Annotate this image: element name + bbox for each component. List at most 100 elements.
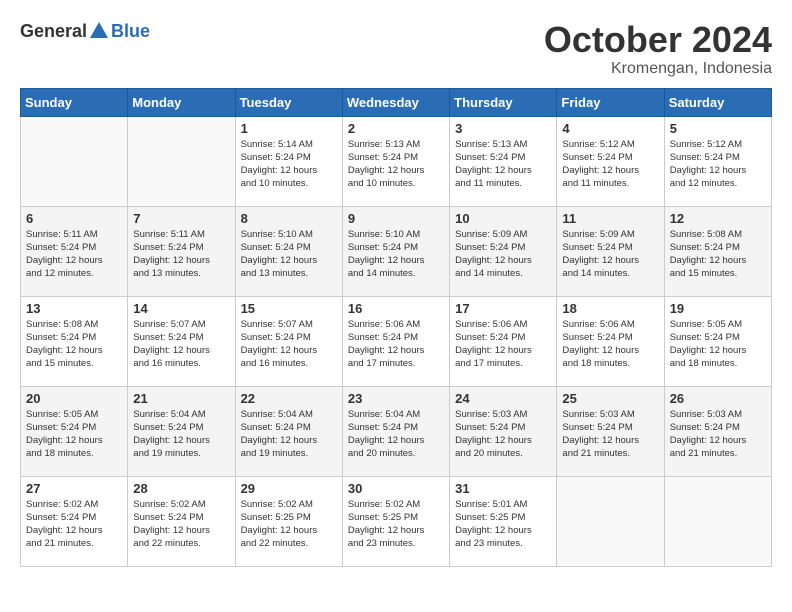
day-info: Sunrise: 5:08 AMSunset: 5:24 PMDaylight:…: [26, 318, 122, 371]
day-number: 28: [133, 481, 229, 496]
day-info: Sunrise: 5:11 AMSunset: 5:24 PMDaylight:…: [133, 228, 229, 281]
day-number: 18: [562, 301, 658, 316]
table-row: 22 Sunrise: 5:04 AMSunset: 5:24 PMDayligh…: [235, 386, 342, 476]
day-number: 5: [670, 121, 766, 136]
day-number: 10: [455, 211, 551, 226]
table-row: 28 Sunrise: 5:02 AMSunset: 5:24 PMDayligh…: [128, 476, 235, 566]
logo: General Blue: [20, 20, 150, 42]
day-number: 29: [241, 481, 337, 496]
table-row: 16 Sunrise: 5:06 AMSunset: 5:24 PMDayligh…: [342, 296, 449, 386]
day-info: Sunrise: 5:02 AMSunset: 5:24 PMDaylight:…: [133, 498, 229, 551]
table-row: 5 Sunrise: 5:12 AMSunset: 5:24 PMDaylight…: [664, 116, 771, 206]
table-row: 12 Sunrise: 5:08 AMSunset: 5:24 PMDayligh…: [664, 206, 771, 296]
day-info: Sunrise: 5:13 AMSunset: 5:24 PMDaylight:…: [455, 138, 551, 191]
day-info: Sunrise: 5:05 AMSunset: 5:24 PMDaylight:…: [670, 318, 766, 371]
month-title: October 2024: [544, 20, 772, 60]
day-info: Sunrise: 5:04 AMSunset: 5:24 PMDaylight:…: [241, 408, 337, 461]
table-row: 20Sunrise: 5:05 AMSunset: 5:24 PMDayligh…: [21, 386, 128, 476]
table-row: [664, 476, 771, 566]
table-row: 4 Sunrise: 5:12 AMSunset: 5:24 PMDaylight…: [557, 116, 664, 206]
header-wednesday: Wednesday: [342, 88, 449, 116]
day-info: Sunrise: 5:02 AMSunset: 5:25 PMDaylight:…: [348, 498, 444, 551]
table-row: 23Sunrise: 5:04 AMSunset: 5:24 PMDayligh…: [342, 386, 449, 476]
header-thursday: Thursday: [450, 88, 557, 116]
table-row: 11 Sunrise: 5:09 AMSunset: 5:24 PMDayligh…: [557, 206, 664, 296]
day-info: Sunrise: 5:12 AMSunset: 5:24 PMDaylight:…: [670, 138, 766, 191]
logo-general: General: [20, 21, 87, 42]
table-row: 17 Sunrise: 5:06 AMSunset: 5:24 PMDayligh…: [450, 296, 557, 386]
day-number: 11: [562, 211, 658, 226]
day-info: Sunrise: 5:07 AMSunset: 5:24 PMDaylight:…: [241, 318, 337, 371]
table-row: 24Sunrise: 5:03 AMSunset: 5:24 PMDayligh…: [450, 386, 557, 476]
day-info: Sunrise: 5:07 AMSunset: 5:24 PMDaylight:…: [133, 318, 229, 371]
day-number: 12: [670, 211, 766, 226]
table-row: 15 Sunrise: 5:07 AMSunset: 5:24 PMDayligh…: [235, 296, 342, 386]
calendar-header-row: Sunday Monday Tuesday Wednesday Thursday…: [21, 88, 772, 116]
day-info: Sunrise: 5:06 AMSunset: 5:24 PMDaylight:…: [455, 318, 551, 371]
table-row: 13 Sunrise: 5:08 AMSunset: 5:24 PMDayligh…: [21, 296, 128, 386]
page-header: General Blue October 2024 Kromengan, Ind…: [20, 20, 772, 78]
table-row: 7 Sunrise: 5:11 AMSunset: 5:24 PMDaylight…: [128, 206, 235, 296]
table-row: 6 Sunrise: 5:11 AMSunset: 5:24 PMDaylight…: [21, 206, 128, 296]
day-number: 9: [348, 211, 444, 226]
table-row: 10 Sunrise: 5:09 AMSunset: 5:24 PMDayligh…: [450, 206, 557, 296]
day-number: 30: [348, 481, 444, 496]
table-row: 26 Sunrise: 5:03 AMSunset: 5:24 PMDayligh…: [664, 386, 771, 476]
table-row: 3 Sunrise: 5:13 AMSunset: 5:24 PMDaylight…: [450, 116, 557, 206]
day-info: Sunrise: 5:10 AMSunset: 5:24 PMDaylight:…: [348, 228, 444, 281]
day-info: Sunrise: 5:09 AMSunset: 5:24 PMDaylight:…: [562, 228, 658, 281]
table-row: 30 Sunrise: 5:02 AMSunset: 5:25 PMDayligh…: [342, 476, 449, 566]
day-number: 19: [670, 301, 766, 316]
day-info: Sunrise: 5:14 AMSunset: 5:24 PMDaylight:…: [241, 138, 337, 191]
day-info: Sunrise: 5:01 AMSunset: 5:25 PMDaylight:…: [455, 498, 551, 551]
day-info: Sunrise: 5:11 AMSunset: 5:24 PMDaylight:…: [26, 228, 122, 281]
logo-blue: Blue: [111, 21, 150, 42]
header-friday: Friday: [557, 88, 664, 116]
day-number: 31: [455, 481, 551, 496]
table-row: [557, 476, 664, 566]
header-monday: Monday: [128, 88, 235, 116]
table-row: [128, 116, 235, 206]
day-number: 22: [241, 391, 337, 406]
day-number: 27: [26, 481, 122, 496]
day-info: Sunrise: 5:02 AMSunset: 5:24 PMDaylight:…: [26, 498, 122, 551]
table-row: 14 Sunrise: 5:07 AMSunset: 5:24 PMDayligh…: [128, 296, 235, 386]
day-info: Sunrise: 5:06 AMSunset: 5:24 PMDaylight:…: [348, 318, 444, 371]
day-info: Sunrise: 5:03 AMSunset: 5:24 PMDaylight:…: [670, 408, 766, 461]
day-number: 6: [26, 211, 122, 226]
day-info: Sunrise: 5:04 AMSunset: 5:24 PMDaylight:…: [133, 408, 229, 461]
table-row: [21, 116, 128, 206]
day-number: 21: [133, 391, 229, 406]
day-info: Sunrise: 5:03 AMSunset: 5:24 PMDaylight:…: [455, 408, 551, 461]
day-number: 15: [241, 301, 337, 316]
table-row: 19 Sunrise: 5:05 AMSunset: 5:24 PMDayligh…: [664, 296, 771, 386]
day-number: 26: [670, 391, 766, 406]
day-info: Sunrise: 5:08 AMSunset: 5:24 PMDaylight:…: [670, 228, 766, 281]
table-row: 25Sunrise: 5:03 AMSunset: 5:24 PMDayligh…: [557, 386, 664, 476]
day-number: 14: [133, 301, 229, 316]
day-number: 16: [348, 301, 444, 316]
logo-icon: [88, 20, 110, 42]
day-number: 17: [455, 301, 551, 316]
day-info: Sunrise: 5:13 AMSunset: 5:24 PMDaylight:…: [348, 138, 444, 191]
day-number: 7: [133, 211, 229, 226]
day-info: Sunrise: 5:04 AMSunset: 5:24 PMDaylight:…: [348, 408, 444, 461]
day-info: Sunrise: 5:12 AMSunset: 5:24 PMDaylight:…: [562, 138, 658, 191]
calendar-week-row: 20Sunrise: 5:05 AMSunset: 5:24 PMDayligh…: [21, 386, 772, 476]
day-number: 25: [562, 391, 658, 406]
table-row: 2Sunrise: 5:13 AMSunset: 5:24 PMDaylight…: [342, 116, 449, 206]
calendar-week-row: 27 Sunrise: 5:02 AMSunset: 5:24 PMDayligh…: [21, 476, 772, 566]
calendar-week-row: 13 Sunrise: 5:08 AMSunset: 5:24 PMDayligh…: [21, 296, 772, 386]
table-row: 21 Sunrise: 5:04 AMSunset: 5:24 PMDayligh…: [128, 386, 235, 476]
table-row: 18Sunrise: 5:06 AMSunset: 5:24 PMDayligh…: [557, 296, 664, 386]
day-number: 20: [26, 391, 122, 406]
calendar-table: Sunday Monday Tuesday Wednesday Thursday…: [20, 88, 772, 567]
header-saturday: Saturday: [664, 88, 771, 116]
day-info: Sunrise: 5:09 AMSunset: 5:24 PMDaylight:…: [455, 228, 551, 281]
day-number: 1: [241, 121, 337, 136]
header-sunday: Sunday: [21, 88, 128, 116]
day-number: 3: [455, 121, 551, 136]
day-info: Sunrise: 5:10 AMSunset: 5:24 PMDaylight:…: [241, 228, 337, 281]
day-number: 13: [26, 301, 122, 316]
day-number: 4: [562, 121, 658, 136]
